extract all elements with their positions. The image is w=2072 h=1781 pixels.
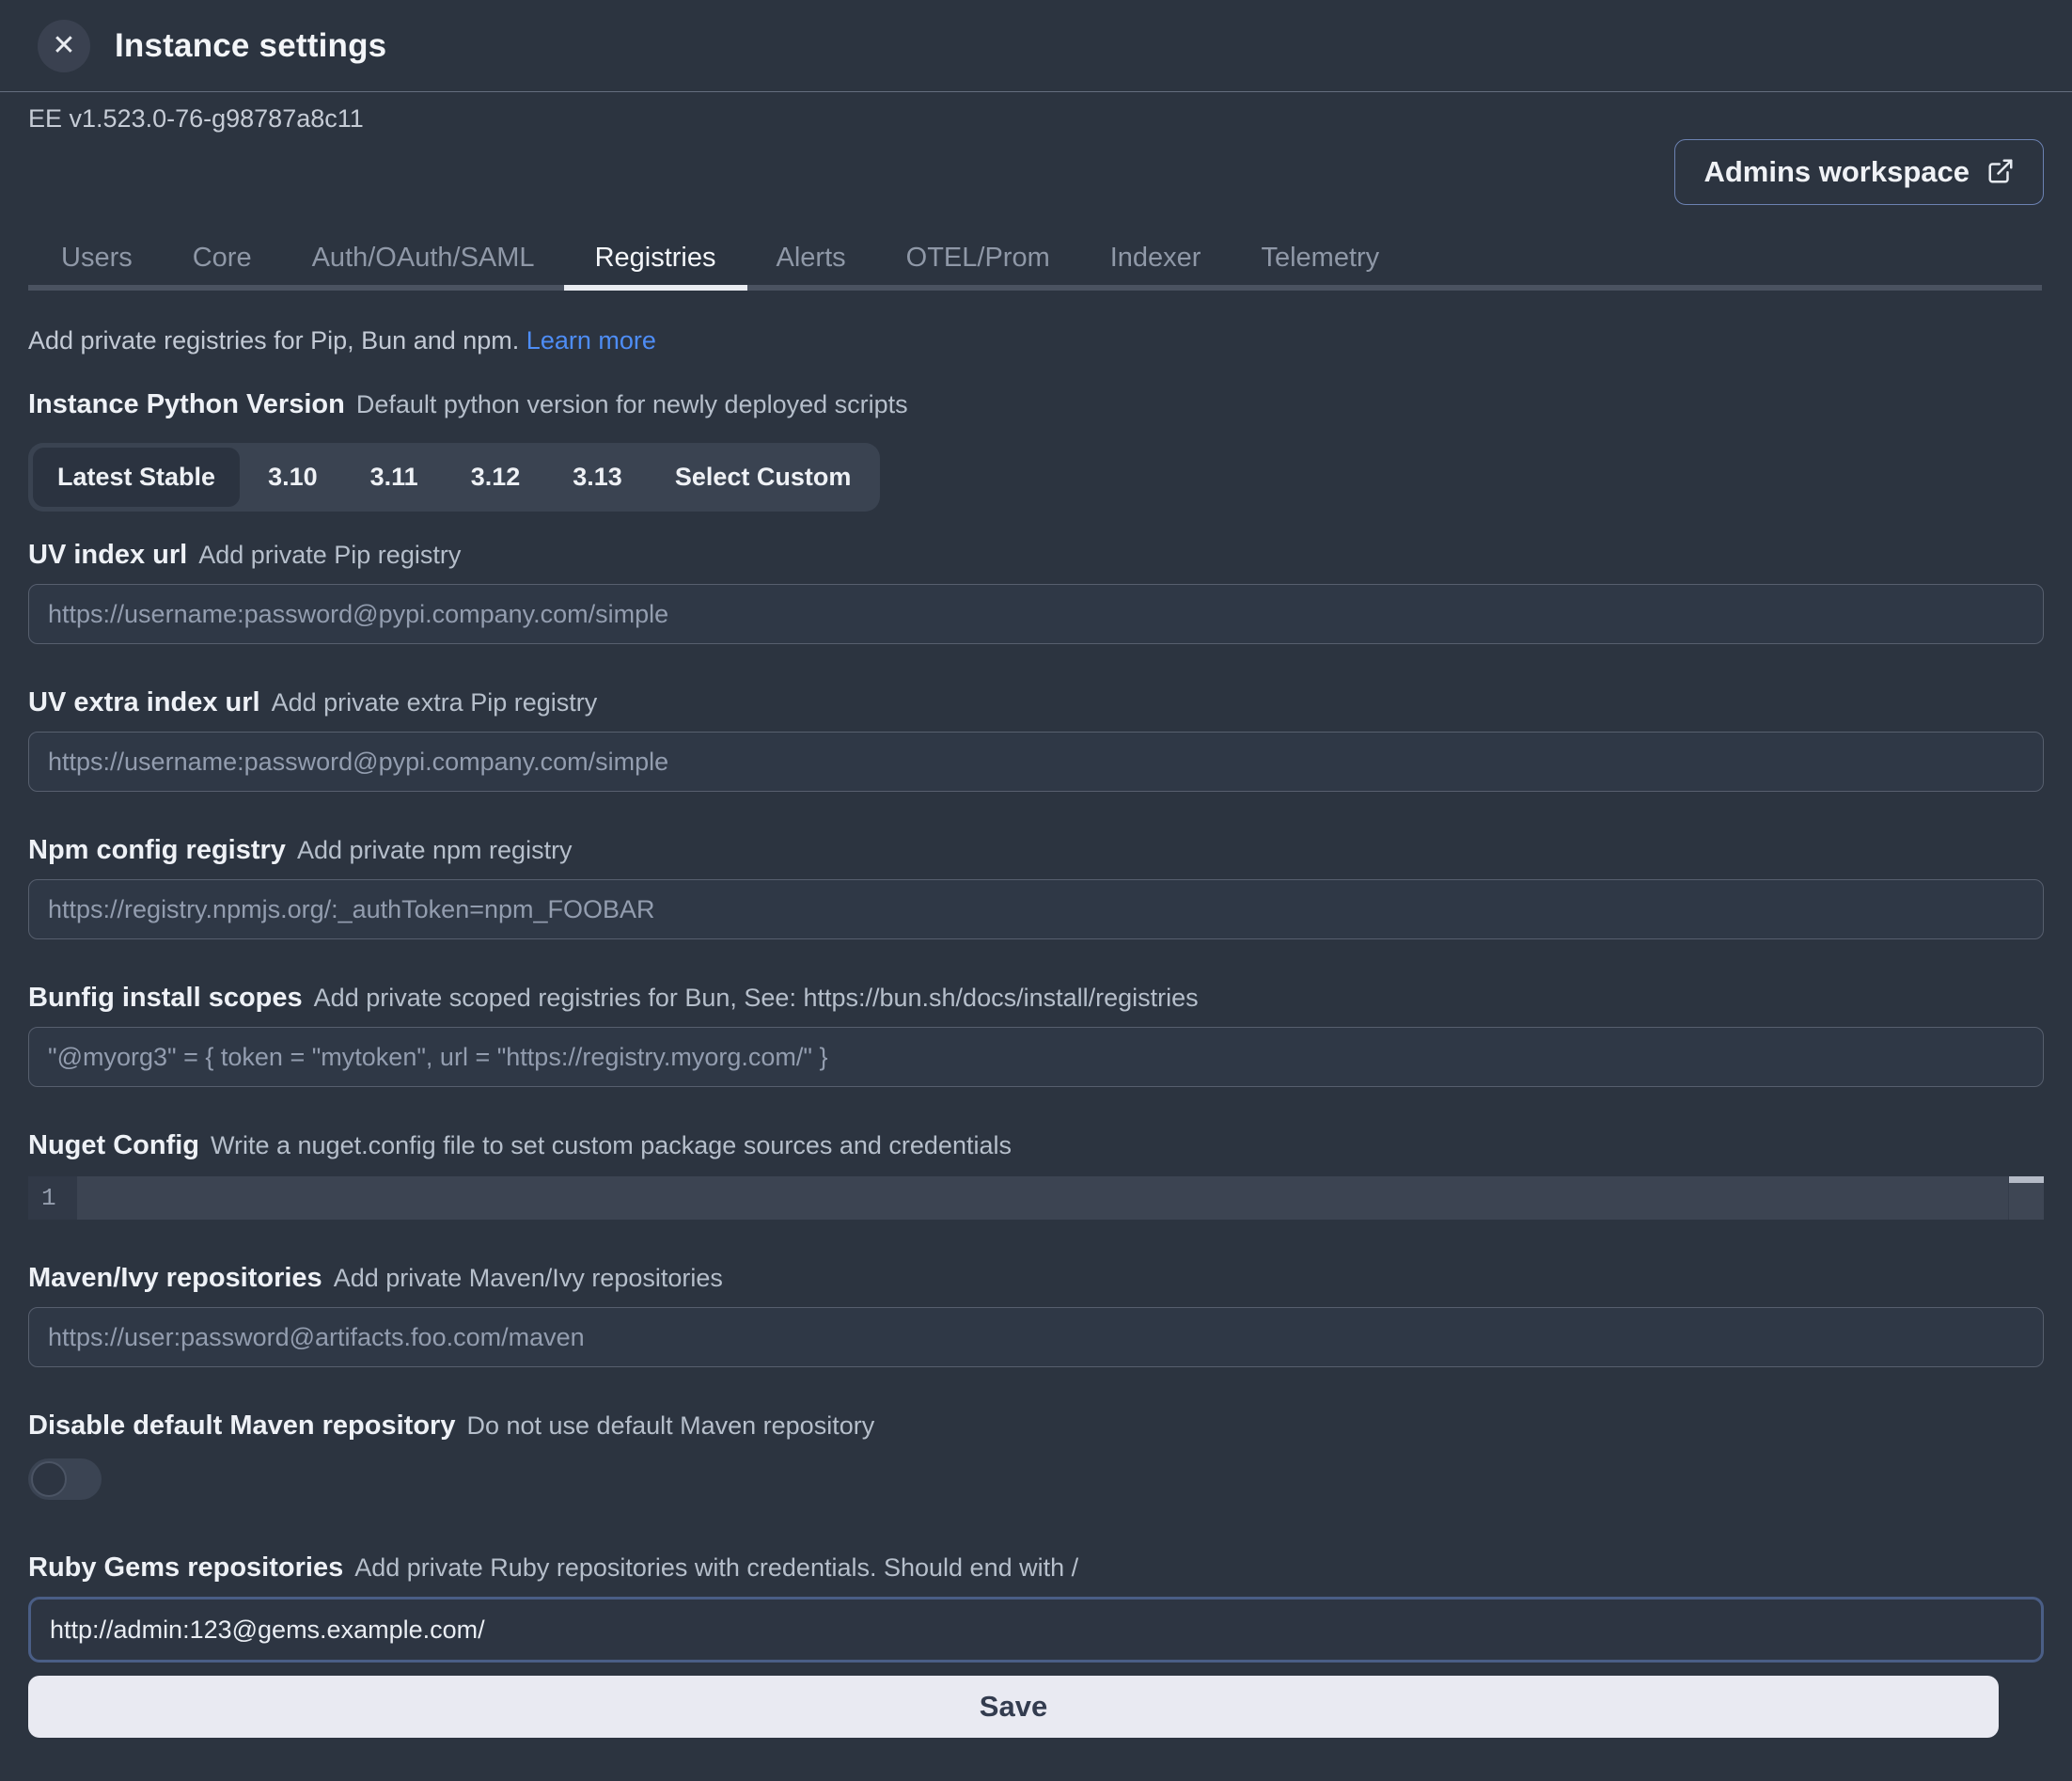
admins-workspace-button[interactable]: Admins workspace — [1674, 139, 2044, 205]
bunfig-install-scopes-label: Bunfig install scopes — [28, 983, 303, 1014]
python-version-label: Instance Python Version — [28, 389, 345, 420]
disable-default-maven-field: Disable default Maven repository Do not … — [28, 1411, 2044, 1500]
modal-header: ✕ Instance settings — [0, 0, 2072, 92]
app-name-clipped: Windmill — [71, 92, 2044, 101]
edition-version: EE v1.523.0-76-g98787a8c11 — [28, 104, 2044, 134]
python-version-section: Instance Python Version Default python v… — [28, 389, 2044, 512]
uv-index-url-field: UV index url Add private Pip registry — [28, 540, 2044, 644]
python-option-latest-stable[interactable]: Latest Stable — [33, 448, 240, 507]
admins-workspace-label: Admins workspace — [1703, 155, 1970, 189]
maven-ivy-repositories-label: Maven/Ivy repositories — [28, 1263, 322, 1294]
registries-intro: Add private registries for Pip, Bun and … — [28, 326, 2044, 355]
nuget-config-description: Write a nuget.config file to set custom … — [211, 1131, 1012, 1160]
ruby-gems-repositories-description: Add private Ruby repositories with crede… — [354, 1553, 1078, 1583]
workspace-row: Admins workspace — [28, 139, 2044, 205]
editor-minimap-slider[interactable] — [2009, 1176, 2044, 1183]
tab-indexer[interactable]: Indexer — [1110, 243, 1201, 291]
disable-default-maven-label: Disable default Maven repository — [28, 1411, 455, 1442]
ruby-gems-repositories-input[interactable] — [28, 1597, 2044, 1663]
save-button[interactable]: Save — [28, 1676, 1999, 1738]
uv-extra-index-url-label: UV extra index url — [28, 687, 260, 718]
bunfig-install-scopes-field: Bunfig install scopes Add private scoped… — [28, 983, 2044, 1087]
python-option-select-custom[interactable]: Select Custom — [651, 448, 876, 507]
npm-config-registry-label: Npm config registry — [28, 835, 286, 866]
uv-index-url-description: Add private Pip registry — [198, 541, 461, 570]
tab-alerts[interactable]: Alerts — [777, 243, 846, 291]
uv-extra-index-url-field: UV extra index url Add private extra Pip… — [28, 687, 2044, 792]
external-link-icon — [1986, 157, 2015, 188]
toggle-knob — [31, 1461, 67, 1497]
maven-ivy-repositories-field: Maven/Ivy repositories Add private Maven… — [28, 1263, 2044, 1367]
maven-ivy-repositories-input[interactable] — [28, 1307, 2044, 1367]
editor-minimap[interactable] — [2008, 1176, 2044, 1220]
tab-auth-oauth-saml[interactable]: Auth/OAuth/SAML — [312, 243, 535, 291]
learn-more-link[interactable]: Learn more — [526, 326, 656, 355]
editor-code-area[interactable] — [77, 1176, 2008, 1220]
nuget-config-field: Nuget Config Write a nuget.config file t… — [28, 1130, 2044, 1220]
bunfig-install-scopes-description: Add private scoped registries for Bun, S… — [314, 984, 1199, 1013]
tab-otel-prom[interactable]: OTEL/Prom — [906, 243, 1050, 291]
python-version-selector: Latest Stable 3.10 3.11 3.12 3.13 Select… — [28, 443, 880, 512]
python-option-select-custom[interactable]: 3.13 — [548, 448, 647, 507]
maven-ivy-repositories-description: Add private Maven/Ivy repositories — [334, 1264, 723, 1293]
bunfig-install-scopes-input[interactable] — [28, 1027, 2044, 1087]
python-option-3-11[interactable]: 3.11 — [346, 448, 443, 507]
tab-telemetry[interactable]: Telemetry — [1261, 243, 1379, 291]
python-option-3-12[interactable]: 3.12 — [447, 448, 545, 507]
save-row: Save — [28, 1676, 2044, 1738]
uv-index-url-label: UV index url — [28, 540, 187, 571]
intro-text: Add private registries for Pip, Bun and … — [28, 326, 519, 355]
tab-users[interactable]: Users — [61, 243, 133, 291]
ruby-gems-repositories-label: Ruby Gems repositories — [28, 1552, 343, 1584]
npm-config-registry-input[interactable] — [28, 879, 2044, 939]
nuget-config-label: Nuget Config — [28, 1130, 199, 1161]
ruby-gems-repositories-field: Ruby Gems repositories Add private Ruby … — [28, 1552, 2044, 1663]
npm-config-registry-description: Add private npm registry — [297, 836, 573, 865]
uv-extra-index-url-description: Add private extra Pip registry — [272, 688, 598, 717]
python-version-description: Default python version for newly deploye… — [356, 390, 908, 419]
tabbar: Users Core Auth/OAuth/SAML Registries Al… — [28, 243, 2044, 291]
python-option-3-10[interactable]: 3.10 — [243, 448, 342, 507]
uv-extra-index-url-input[interactable] — [28, 732, 2044, 792]
disable-default-maven-description: Do not use default Maven repository — [466, 1411, 874, 1441]
editor-line-number: 1 — [28, 1176, 77, 1220]
uv-index-url-input[interactable] — [28, 584, 2044, 644]
npm-config-registry-field: Npm config registry Add private npm regi… — [28, 835, 2044, 939]
page-title: Instance settings — [115, 27, 386, 65]
tab-core[interactable]: Core — [193, 243, 252, 291]
tab-registries[interactable]: Registries — [595, 243, 716, 291]
close-icon[interactable]: ✕ — [38, 20, 90, 72]
settings-content: Windmill EE v1.523.0-76-g98787a8c11 Admi… — [0, 92, 2072, 1738]
nuget-config-editor[interactable]: 1 — [28, 1176, 2044, 1220]
disable-default-maven-toggle[interactable] — [28, 1458, 102, 1500]
